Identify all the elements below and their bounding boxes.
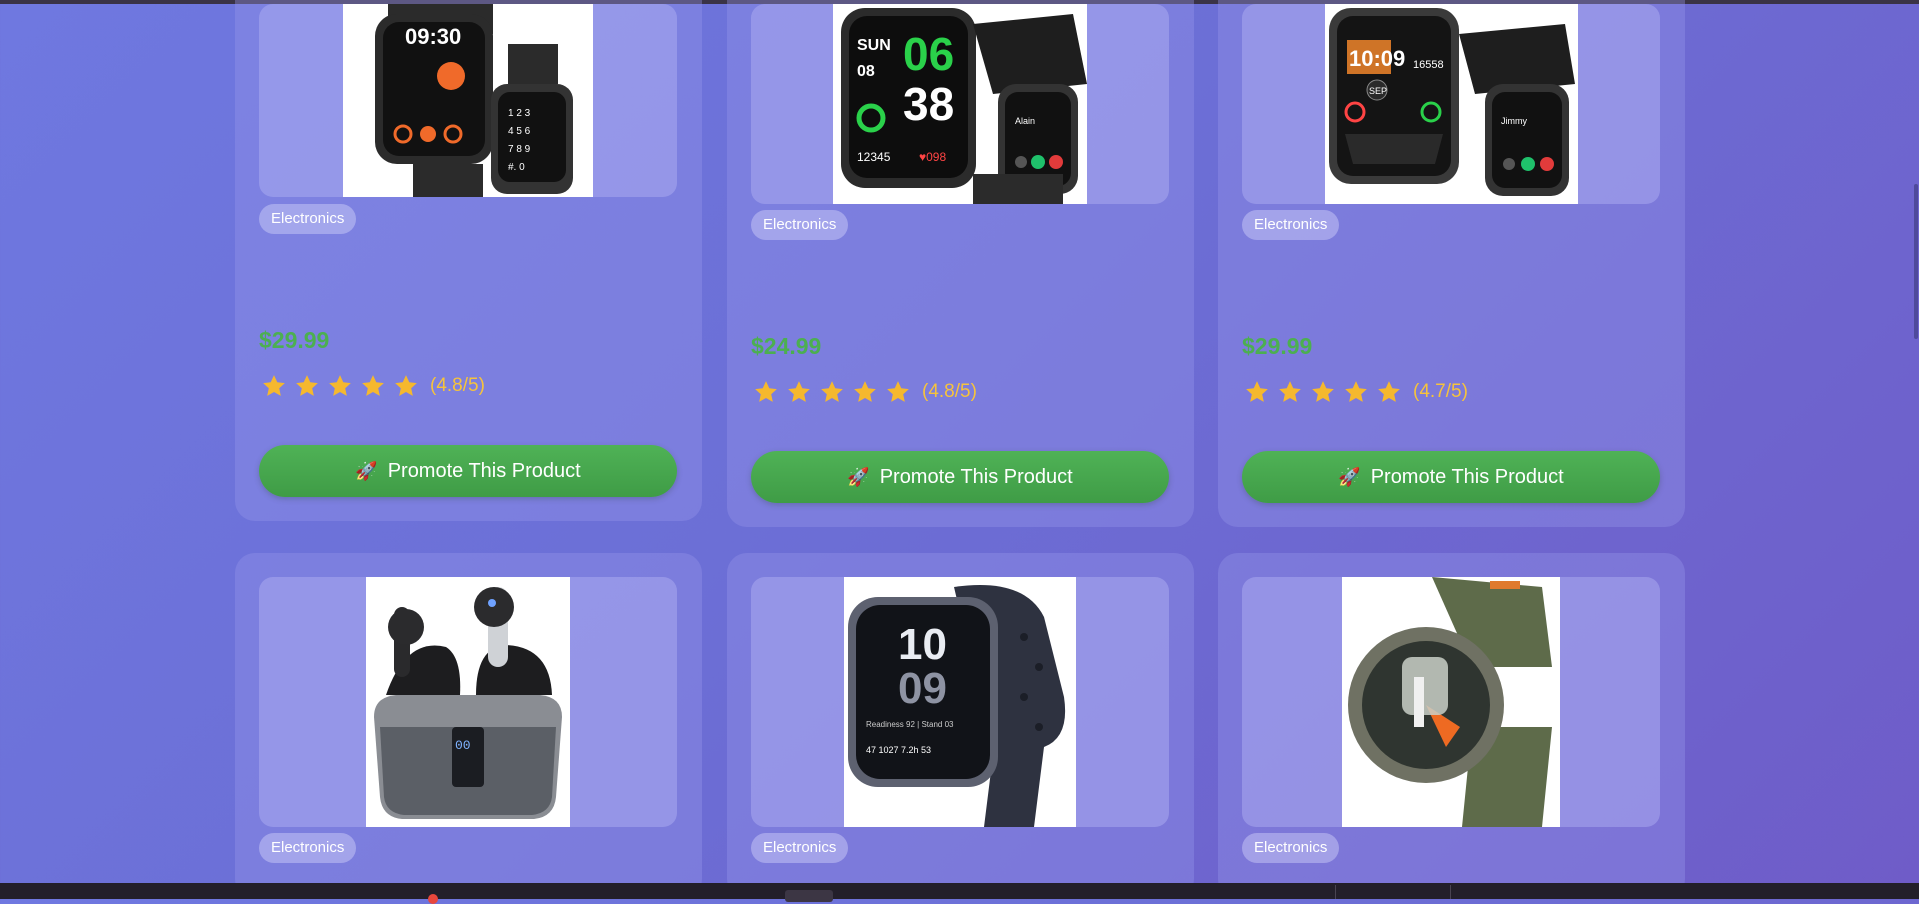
scrollbar-thumb[interactable]	[1914, 184, 1918, 339]
promote-product-button[interactable]: 🚀 Promote This Product	[259, 445, 677, 497]
star-icon	[263, 375, 285, 396]
star-icon	[887, 381, 909, 402]
svg-text:4 5 6: 4 5 6	[508, 126, 531, 137]
svg-text:16558: 16558	[1413, 59, 1444, 71]
category-badge: Electronics	[1242, 833, 1340, 863]
product-rating: (4.7/5)	[1244, 379, 1468, 405]
rating-value: (4.7/5)	[1413, 381, 1468, 402]
svg-text:38: 38	[903, 78, 954, 130]
taskbar-app-icon[interactable]	[428, 894, 438, 904]
promote-button-label: Promote This Product	[1370, 465, 1564, 488]
svg-text:08: 08	[857, 63, 875, 80]
category-badge: Electronics	[259, 833, 357, 863]
wireless-earbuds-image[interactable]: 00	[366, 577, 570, 827]
scrollbar[interactable]	[1910, 4, 1919, 883]
product-image-frame: SUN 08 06 38 12345 ♥098 Alain	[751, 4, 1169, 204]
star-icon	[755, 381, 777, 402]
category-badge: Electronics	[1242, 210, 1340, 240]
star-icon	[329, 375, 351, 396]
taskbar-app-button[interactable]	[785, 890, 833, 902]
star-icon	[1279, 381, 1301, 402]
taskbar	[0, 883, 1919, 899]
smartwatch-grey-image[interactable]: 10 09 Readiness 92 | Stand 03 47 1027 7.…	[844, 577, 1076, 827]
promote-button-label: Promote This Product	[387, 459, 581, 482]
svg-text:SEP: SEP	[1369, 86, 1387, 96]
svg-text:10:09: 10:09	[1349, 46, 1405, 71]
svg-text:#. 0: #. 0	[508, 162, 525, 173]
rocket-icon: 🚀	[355, 460, 378, 481]
svg-text:06: 06	[903, 28, 954, 80]
product-card: 10:09 16558 SEP Jimmy Electronics $29.99	[1218, 0, 1685, 527]
star-icon	[296, 375, 318, 396]
product-image-frame	[1242, 577, 1660, 827]
svg-text:09: 09	[898, 664, 947, 713]
product-card: Electronics	[1218, 553, 1685, 899]
product-image-frame: 10:09 16558 SEP Jimmy	[1242, 4, 1660, 204]
svg-text:Alain: Alain	[1015, 116, 1035, 126]
svg-text:7 8 9: 7 8 9	[508, 144, 531, 155]
star-icon	[1246, 381, 1268, 402]
svg-text:1 2 3: 1 2 3	[508, 108, 531, 119]
svg-text:Readiness 92 | Stand 03: Readiness 92 | Stand 03	[866, 720, 954, 729]
svg-text:♥098: ♥098	[919, 150, 946, 164]
smartwatch-sport-image[interactable]: 10:09 16558 SEP Jimmy	[1324, 4, 1578, 204]
product-image-frame: 09:30 1 2 3 4 5 6 7 8 9 #. 0	[259, 4, 677, 197]
smartwatch-square-image[interactable]: SUN 08 06 38 12345 ♥098 Alain	[833, 4, 1087, 204]
promote-button-label: Promote This Product	[879, 465, 1073, 488]
star-icon	[821, 381, 843, 402]
rocket-icon: 🚀	[1338, 466, 1361, 487]
product-price: $24.99	[751, 333, 822, 359]
star-icon	[362, 375, 384, 396]
product-card: SUN 08 06 38 12345 ♥098 Alain Electronic…	[727, 0, 1194, 527]
star-icon	[1378, 381, 1400, 402]
taskbar-divider	[1450, 885, 1451, 899]
rating-value: (4.8/5)	[430, 375, 485, 396]
promote-product-button[interactable]: 🚀 Promote This Product	[1242, 451, 1660, 503]
star-icon	[1345, 381, 1367, 402]
smartwatch-black-image[interactable]: 09:30 1 2 3 4 5 6 7 8 9 #. 0	[343, 4, 593, 197]
svg-text:00: 00	[455, 738, 471, 753]
star-icon	[395, 375, 417, 396]
svg-text:09:30: 09:30	[405, 24, 461, 49]
rating-value: (4.8/5)	[922, 381, 977, 402]
taskbar-divider	[1335, 885, 1336, 899]
star-icon	[788, 381, 810, 402]
category-badge: Electronics	[751, 833, 849, 863]
product-rating: (4.8/5)	[261, 373, 485, 399]
svg-text:10: 10	[898, 620, 947, 669]
product-price: $29.99	[1242, 333, 1313, 359]
svg-text:47 1027 7.2h 53: 47 1027 7.2h 53	[866, 745, 931, 755]
product-rating: (4.8/5)	[753, 379, 977, 405]
product-card: 09:30 1 2 3 4 5 6 7 8 9 #. 0 Electronics $2…	[235, 0, 702, 521]
product-card: 00 Electronics	[235, 553, 702, 899]
category-badge: Electronics	[259, 204, 357, 234]
product-image-frame: 10 09 Readiness 92 | Stand 03 47 1027 7.…	[751, 577, 1169, 827]
svg-text:Jimmy: Jimmy	[1501, 116, 1527, 126]
smartwatch-green-image[interactable]	[1342, 577, 1560, 827]
category-badge: Electronics	[751, 210, 849, 240]
product-card: 10 09 Readiness 92 | Stand 03 47 1027 7.…	[727, 553, 1194, 899]
star-icon	[854, 381, 876, 402]
product-image-frame: 00	[259, 577, 677, 827]
rocket-icon: 🚀	[847, 466, 870, 487]
product-price: $29.99	[259, 327, 330, 353]
promote-product-button[interactable]: 🚀 Promote This Product	[751, 451, 1169, 503]
svg-text:12345: 12345	[857, 150, 891, 164]
star-icon	[1312, 381, 1334, 402]
svg-text:SUN: SUN	[857, 37, 891, 54]
